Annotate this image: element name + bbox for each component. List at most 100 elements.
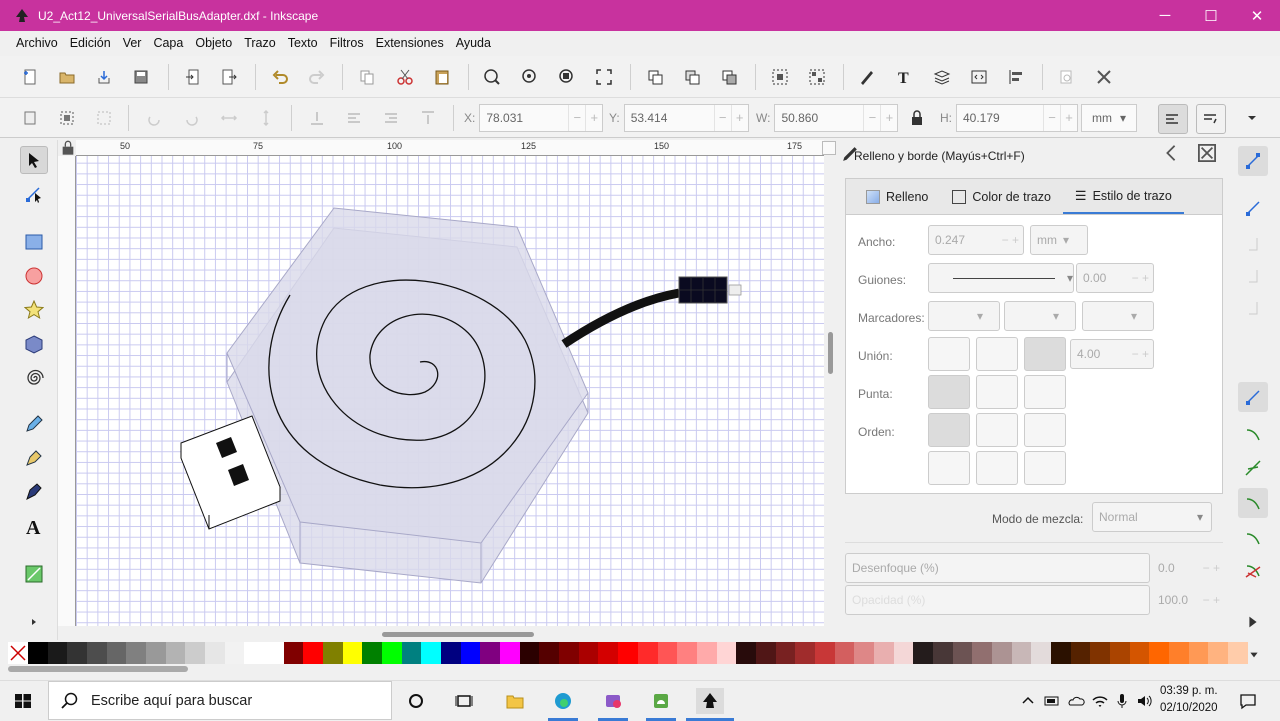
palette-swatch[interactable] [303, 642, 324, 664]
palette-swatch[interactable] [264, 642, 284, 664]
palette-swatch[interactable] [913, 642, 933, 664]
palette-swatch[interactable] [421, 642, 442, 664]
star-tool-icon[interactable] [20, 296, 48, 324]
palette-swatch[interactable] [716, 642, 737, 664]
rectangle-tool-icon[interactable] [20, 228, 48, 256]
start-marker-select[interactable]: ▾ [928, 301, 1000, 331]
mid-marker-select[interactable]: ▾ [1004, 301, 1076, 331]
palette-swatch[interactable] [991, 642, 1012, 664]
drawing-canvas[interactable] [76, 156, 824, 626]
snap-intersection-icon[interactable] [1241, 456, 1265, 480]
preferences-icon[interactable] [1092, 65, 1116, 89]
file-explorer-icon[interactable] [502, 688, 528, 714]
snap-grid-icon[interactable] [1241, 560, 1265, 584]
palette-swatch[interactable] [244, 642, 265, 664]
palette-scrollbar[interactable] [8, 666, 188, 672]
flip-horizontal-icon[interactable] [217, 106, 241, 130]
raise-to-top-icon[interactable] [416, 106, 440, 130]
windows-start-icon[interactable] [10, 689, 36, 713]
palette-swatch[interactable] [1090, 642, 1110, 664]
clone-icon[interactable] [680, 65, 704, 89]
order-stroke-markers-icon[interactable] [976, 451, 1018, 485]
node-tool-icon[interactable] [20, 180, 48, 208]
palette-swatch[interactable] [323, 642, 343, 664]
palette-swatch[interactable] [185, 642, 206, 664]
import-icon[interactable] [92, 65, 116, 89]
palette-swatch[interactable] [637, 642, 658, 664]
cortana-icon[interactable] [404, 689, 428, 713]
zoom-corner-icon[interactable] [822, 141, 836, 155]
opacity-slider[interactable]: Opacidad (%) [845, 585, 1150, 615]
zoom-drawing-icon[interactable] [518, 65, 542, 89]
raise-icon[interactable] [379, 106, 403, 130]
round-cap-icon[interactable] [976, 375, 1018, 409]
tab-estilo-trazo[interactable]: ☰ Estilo de trazo [1062, 179, 1184, 215]
square-cap-icon[interactable] [1024, 375, 1066, 409]
ungroup-icon[interactable] [805, 65, 829, 89]
palette-swatch[interactable] [1149, 642, 1169, 664]
blend-mode-select[interactable]: Normal ▾ [1092, 502, 1212, 532]
text-tool-icon[interactable]: A [20, 512, 48, 540]
battery-icon[interactable] [1040, 689, 1064, 713]
palette-swatch[interactable] [1227, 642, 1248, 664]
menu-filtros[interactable]: Filtros [324, 36, 370, 50]
x-input[interactable]: 78.031− + [479, 104, 604, 132]
no-color-icon[interactable] [8, 642, 28, 664]
close-button[interactable]: ✕ [1234, 0, 1280, 31]
h-input[interactable]: 40.179− + [956, 104, 1078, 132]
onedrive-icon[interactable] [1064, 689, 1088, 713]
zoom-selection-icon[interactable] [480, 65, 504, 89]
palette-swatch[interactable] [283, 642, 304, 664]
volume-icon[interactable] [1133, 689, 1157, 713]
palette-swatch[interactable] [598, 642, 619, 664]
new-document-icon[interactable] [18, 65, 42, 89]
miter-join-icon[interactable] [1024, 337, 1066, 371]
edge-browser-icon[interactable] [550, 688, 576, 714]
scale-stroke-icon[interactable] [1158, 104, 1188, 134]
taskbar-search-input[interactable]: Escribe aquí para buscar [48, 681, 392, 720]
miter-limit-input[interactable]: 4.00− + [1070, 339, 1154, 369]
notifications-icon[interactable] [1236, 689, 1260, 713]
palette-swatch[interactable] [618, 642, 638, 664]
paste-icon[interactable] [430, 65, 454, 89]
palette-swatch[interactable] [1188, 642, 1209, 664]
palette-swatch[interactable] [205, 642, 225, 664]
palette-swatch[interactable] [224, 642, 245, 664]
3d-box-tool-icon[interactable] [20, 330, 48, 358]
select-all-layers-icon[interactable] [55, 106, 79, 130]
palette-swatch[interactable] [126, 642, 147, 664]
horizontal-scrollbar[interactable] [76, 628, 824, 640]
order-markers-fill-icon[interactable] [928, 451, 970, 485]
microphone-icon[interactable] [1110, 689, 1134, 713]
menu-edicion[interactable]: Edición [64, 36, 117, 50]
unit-select[interactable]: mm ▾ [1081, 104, 1137, 132]
palette-swatch[interactable] [480, 642, 501, 664]
select-all-icon[interactable] [18, 106, 42, 130]
opacity-input[interactable]: 100.0− + [1152, 585, 1224, 615]
round-join-icon[interactable] [976, 337, 1018, 371]
deselect-icon[interactable] [92, 106, 116, 130]
palette-swatch[interactable] [1031, 642, 1051, 664]
fill-stroke-icon[interactable] [855, 65, 879, 89]
palette-swatch[interactable] [578, 642, 599, 664]
teams-app-icon[interactable] [600, 688, 626, 714]
snap-smooth-icon[interactable] [1241, 526, 1265, 550]
snap-bbox-midpoint-icon[interactable] [1241, 296, 1265, 320]
snap-expand-icon[interactable] [1241, 610, 1265, 634]
palette-swatch[interactable] [814, 642, 835, 664]
order-fill-markers-icon[interactable] [1024, 413, 1066, 447]
order-normal-icon[interactable] [928, 413, 970, 447]
palette-swatch[interactable] [460, 642, 481, 664]
dashes-select[interactable]: ▾ [928, 263, 1074, 293]
android-studio-icon[interactable] [648, 688, 674, 714]
palette-swatch[interactable] [834, 642, 855, 664]
task-view-icon[interactable] [452, 689, 476, 713]
pencil-tool-icon[interactable] [20, 410, 48, 438]
layers-icon[interactable] [930, 65, 954, 89]
palette-swatch[interactable] [657, 642, 678, 664]
width-unit-select[interactable]: mm ▾ [1030, 225, 1088, 255]
palette-swatch[interactable] [932, 642, 953, 664]
export-file-icon[interactable] [217, 65, 241, 89]
palette-swatch[interactable] [401, 642, 422, 664]
lock-guides-icon[interactable] [60, 140, 76, 155]
